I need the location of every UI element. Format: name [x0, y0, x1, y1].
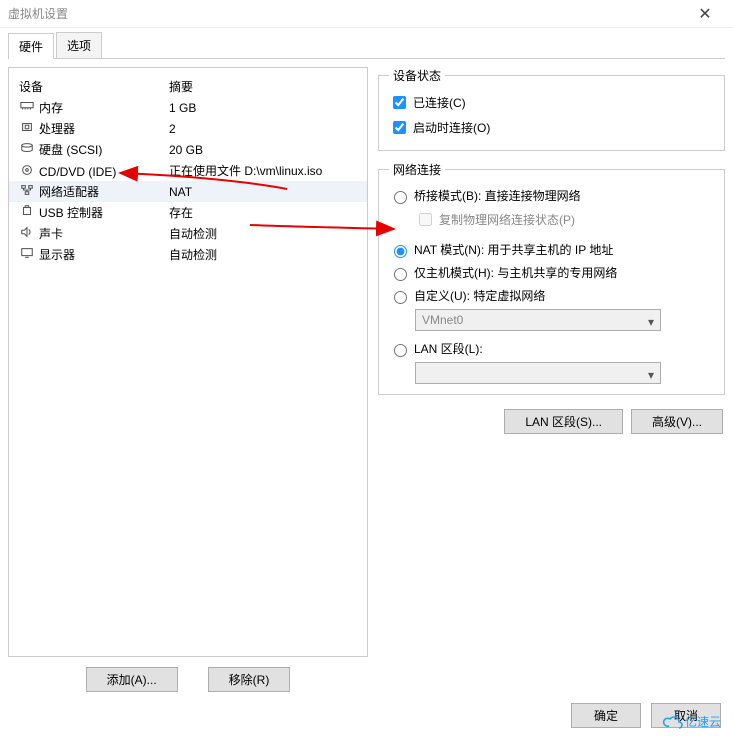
advanced-button[interactable]: 高级(V)...	[631, 409, 723, 434]
device-row-cddvd[interactable]: CD/DVD (IDE) 正在使用文件 D:\vm\linux.iso	[9, 160, 367, 181]
left-panel: 设备 摘要 内存 1 GB 处理器 2 硬盘 (SCSI) 20 GB CD/D…	[8, 67, 368, 692]
rb-bridge[interactable]: 桥接模式(B): 直接连接物理网络	[389, 184, 714, 207]
vnet-select: VMnet0	[415, 309, 661, 331]
network-legend: 网络连接	[389, 161, 445, 178]
sound-icon	[19, 225, 35, 239]
usb-icon	[19, 204, 35, 218]
rb-lan-label: LAN 区段(L):	[414, 340, 483, 357]
memory-icon	[19, 99, 35, 113]
rb-nat-label: NAT 模式(N): 用于共享主机的 IP 地址	[414, 241, 613, 258]
device-row-network[interactable]: 网络适配器 NAT	[9, 181, 367, 202]
device-name: 内存	[39, 101, 63, 115]
device-list: 设备 摘要 内存 1 GB 处理器 2 硬盘 (SCSI) 20 GB CD/D…	[8, 67, 368, 657]
cb-connected-input[interactable]	[393, 96, 406, 109]
device-row-display[interactable]: 显示器 自动检测	[9, 244, 367, 265]
add-button[interactable]: 添加(A)...	[86, 667, 178, 692]
device-status-legend: 设备状态	[389, 67, 445, 84]
lan-select	[415, 362, 661, 384]
tab-hardware[interactable]: 硬件	[8, 33, 54, 59]
cb-connect-on-start-input[interactable]	[393, 121, 406, 134]
device-summary: NAT	[169, 185, 357, 199]
device-summary: 存在	[169, 204, 357, 221]
device-status-group: 设备状态 已连接(C) 启动时连接(O)	[378, 67, 725, 151]
cb-connected-label: 已连接(C)	[413, 94, 466, 111]
device-summary: 20 GB	[169, 143, 357, 157]
cpu-icon	[19, 120, 35, 134]
rb-nat-input[interactable]	[394, 245, 407, 258]
device-summary: 自动检测	[169, 246, 357, 263]
device-row-disk[interactable]: 硬盘 (SCSI) 20 GB	[9, 139, 367, 160]
device-name: 网络适配器	[39, 185, 99, 199]
device-row-cpu[interactable]: 处理器 2	[9, 118, 367, 139]
window-title: 虚拟机设置	[8, 5, 685, 22]
tab-options[interactable]: 选项	[56, 32, 102, 58]
brand-watermark: 亿速云	[663, 713, 721, 730]
lan-segments-button[interactable]: LAN 区段(S)...	[504, 409, 623, 434]
tabstrip: 硬件 选项	[8, 32, 725, 59]
device-name: 硬盘 (SCSI)	[39, 143, 102, 157]
device-summary: 1 GB	[169, 101, 357, 115]
device-summary: 2	[169, 122, 357, 136]
rb-bridge-input[interactable]	[394, 191, 407, 204]
rb-custom[interactable]: 自定义(U): 特定虚拟网络	[389, 284, 714, 307]
rb-bridge-label: 桥接模式(B): 直接连接物理网络	[414, 187, 581, 204]
device-name: 声卡	[39, 227, 63, 241]
rb-hostonly-input[interactable]	[394, 268, 407, 281]
cb-connected[interactable]: 已连接(C)	[389, 90, 714, 115]
remove-button[interactable]: 移除(R)	[208, 667, 291, 692]
rb-hostonly[interactable]: 仅主机模式(H): 与主机共享的专用网络	[389, 261, 714, 284]
rb-lan-input[interactable]	[394, 344, 407, 357]
cb-replicate: 复制物理网络连接状态(P)	[415, 207, 714, 232]
network-icon	[19, 183, 35, 197]
close-icon[interactable]: ✕	[685, 4, 725, 24]
ok-button[interactable]: 确定	[571, 703, 641, 728]
network-group: 网络连接 桥接模式(B): 直接连接物理网络 复制物理网络连接状态(P) NAT…	[378, 161, 725, 395]
device-summary: 正在使用文件 D:\vm\linux.iso	[169, 162, 357, 179]
cb-replicate-label: 复制物理网络连接状态(P)	[439, 211, 575, 228]
disk-icon	[19, 141, 35, 155]
rb-lan[interactable]: LAN 区段(L):	[389, 337, 714, 360]
device-name: CD/DVD (IDE)	[39, 165, 116, 179]
brand-label: 亿速云	[685, 713, 721, 730]
device-row-usb[interactable]: USB 控制器 存在	[9, 202, 367, 223]
rb-custom-label: 自定义(U): 特定虚拟网络	[414, 287, 545, 304]
list-header: 设备 摘要	[9, 76, 367, 97]
col-summary: 摘要	[169, 78, 357, 95]
cb-connect-on-start[interactable]: 启动时连接(O)	[389, 115, 714, 140]
cb-connect-on-start-label: 启动时连接(O)	[413, 119, 490, 136]
rb-nat[interactable]: NAT 模式(N): 用于共享主机的 IP 地址	[389, 238, 714, 261]
right-panel: 设备状态 已连接(C) 启动时连接(O) 网络连接 桥接模式(B): 直接连接物…	[378, 67, 725, 692]
device-name: USB 控制器	[39, 206, 103, 220]
device-name: 显示器	[39, 248, 75, 262]
device-summary: 自动检测	[169, 225, 357, 242]
device-name: 处理器	[39, 122, 75, 136]
rb-custom-input[interactable]	[394, 291, 407, 304]
rb-hostonly-label: 仅主机模式(H): 与主机共享的专用网络	[414, 264, 617, 281]
device-row-sound[interactable]: 声卡 自动检测	[9, 223, 367, 244]
cb-replicate-input	[419, 213, 432, 226]
display-icon	[19, 246, 35, 260]
titlebar: 虚拟机设置 ✕	[0, 0, 733, 28]
disc-icon	[19, 163, 35, 177]
device-row-memory[interactable]: 内存 1 GB	[9, 97, 367, 118]
col-device: 设备	[19, 78, 169, 95]
